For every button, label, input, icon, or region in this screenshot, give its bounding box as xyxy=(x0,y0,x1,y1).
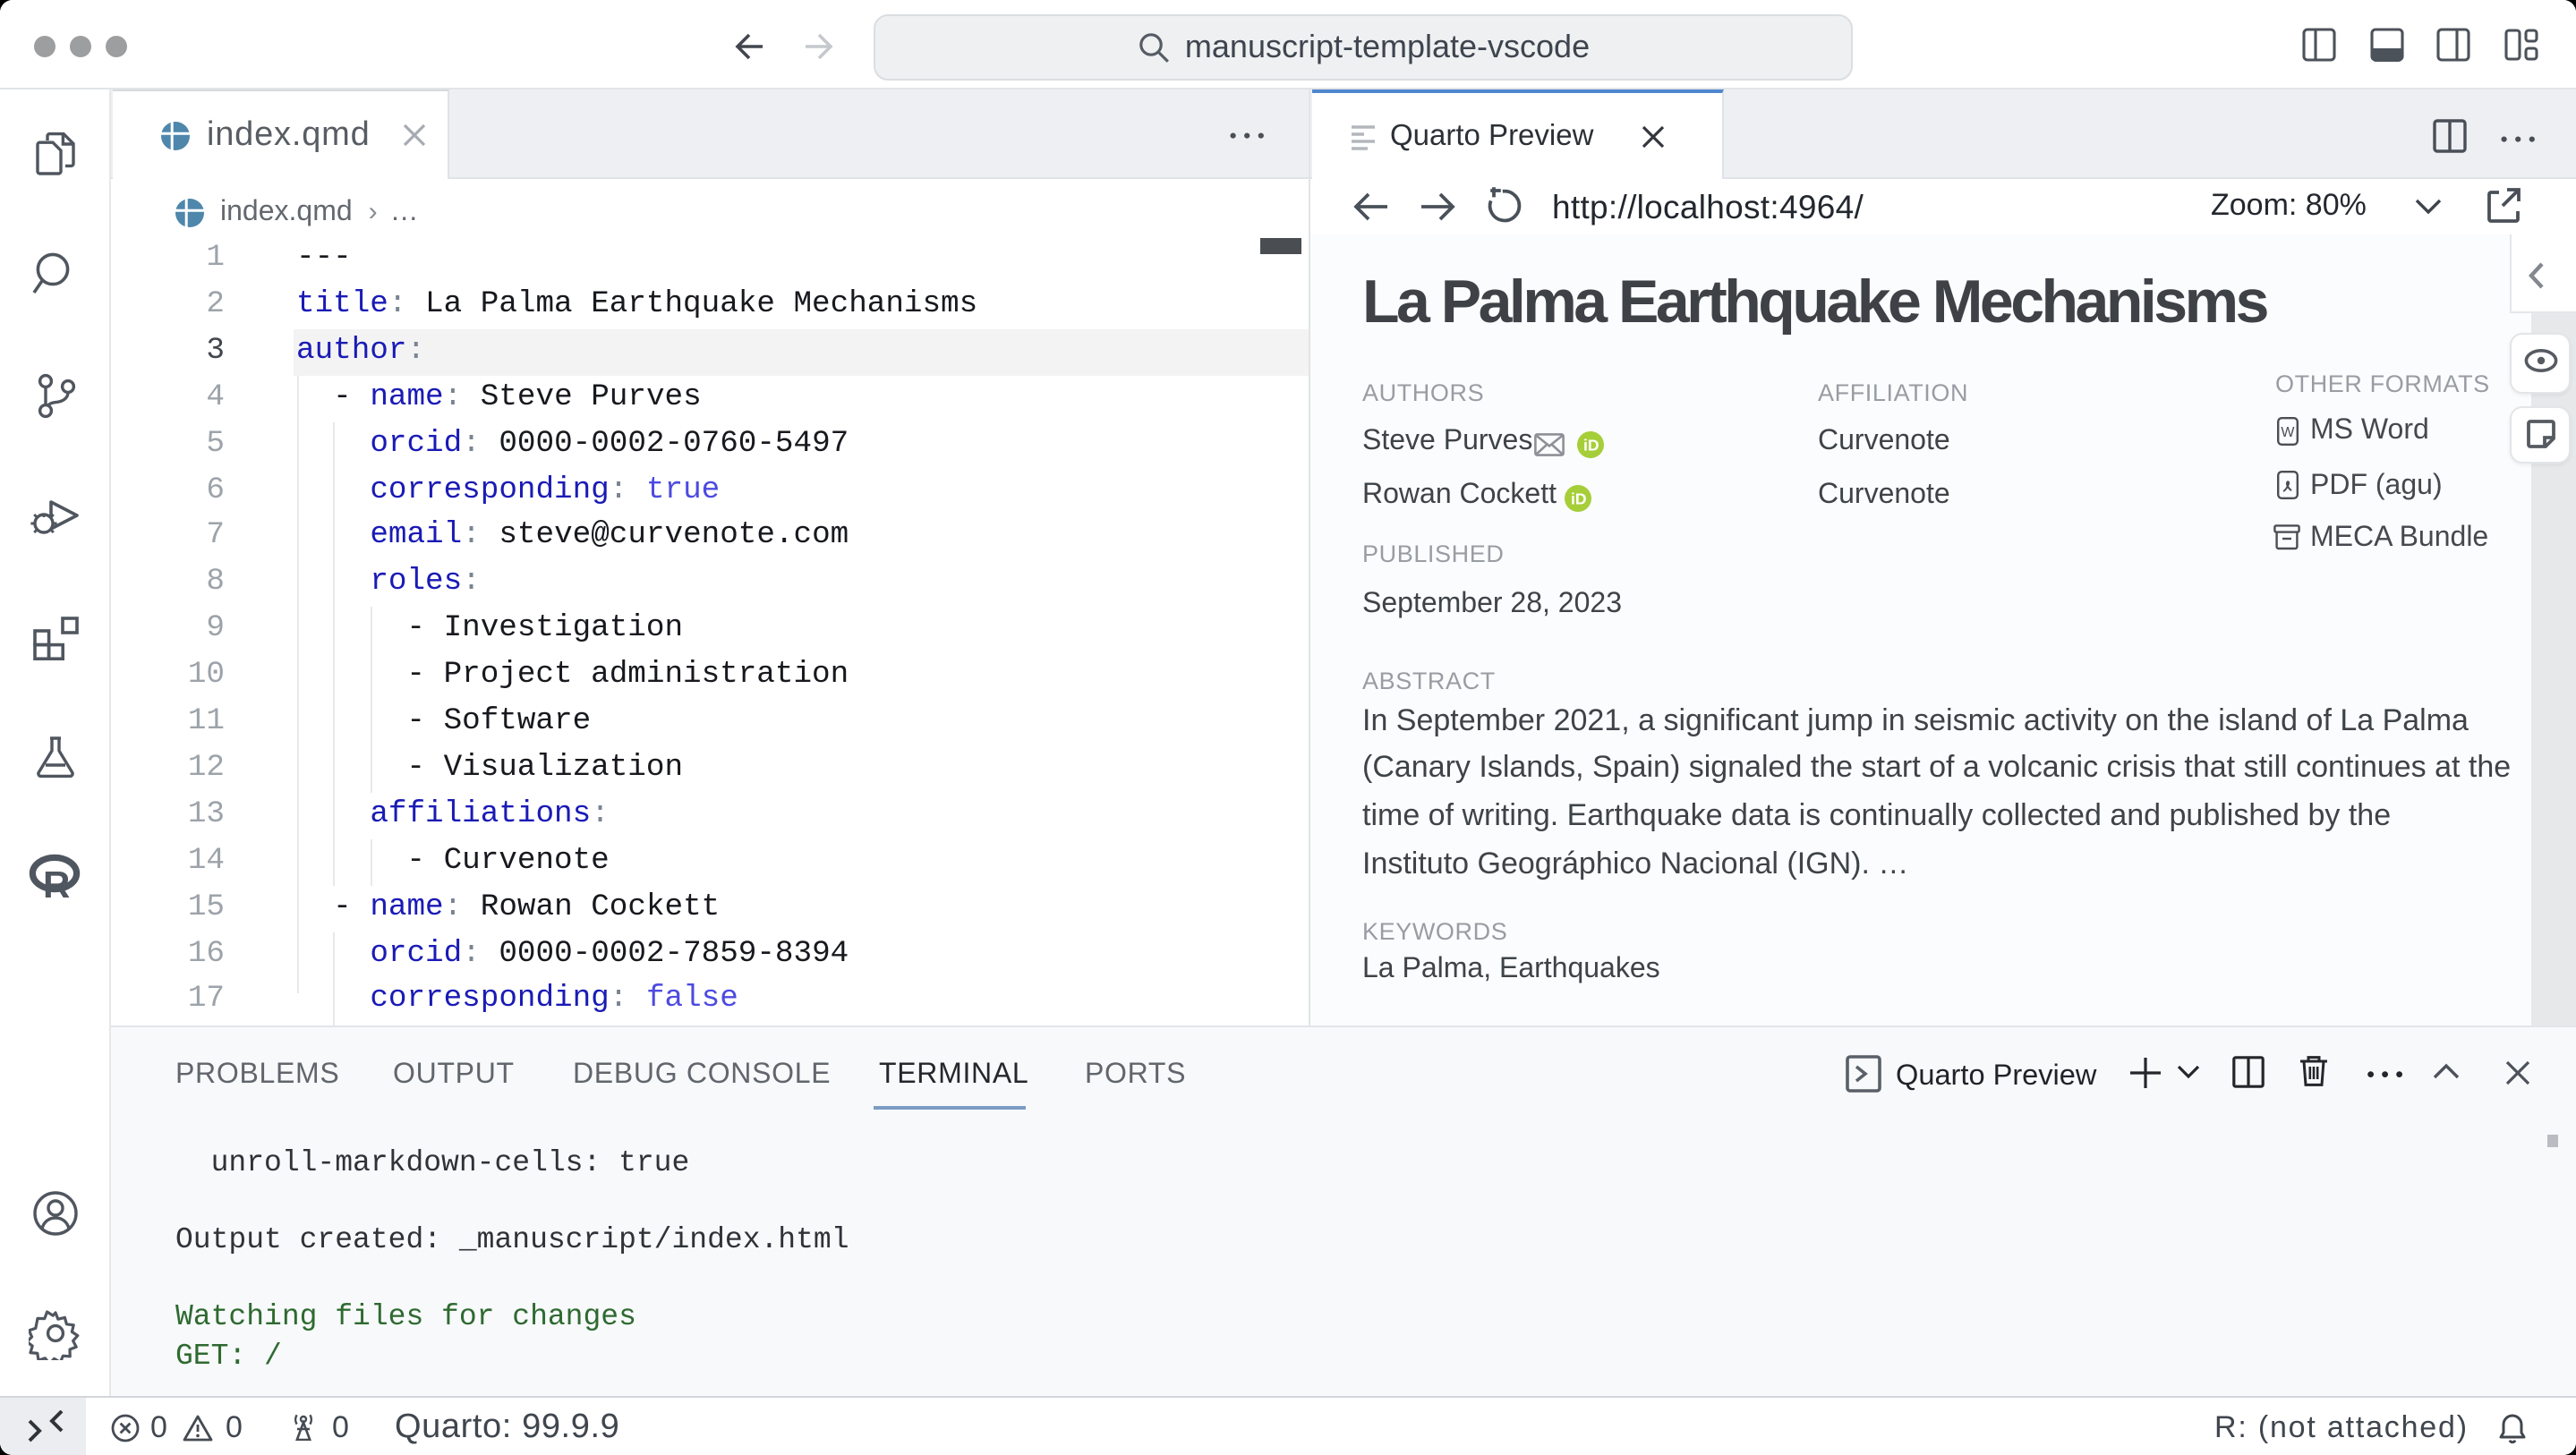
svg-text:R: R xyxy=(43,863,70,905)
svg-text:iD: iD xyxy=(1582,436,1599,454)
svg-text:W: W xyxy=(2280,424,2294,439)
svg-text:iD: iD xyxy=(1570,489,1586,507)
